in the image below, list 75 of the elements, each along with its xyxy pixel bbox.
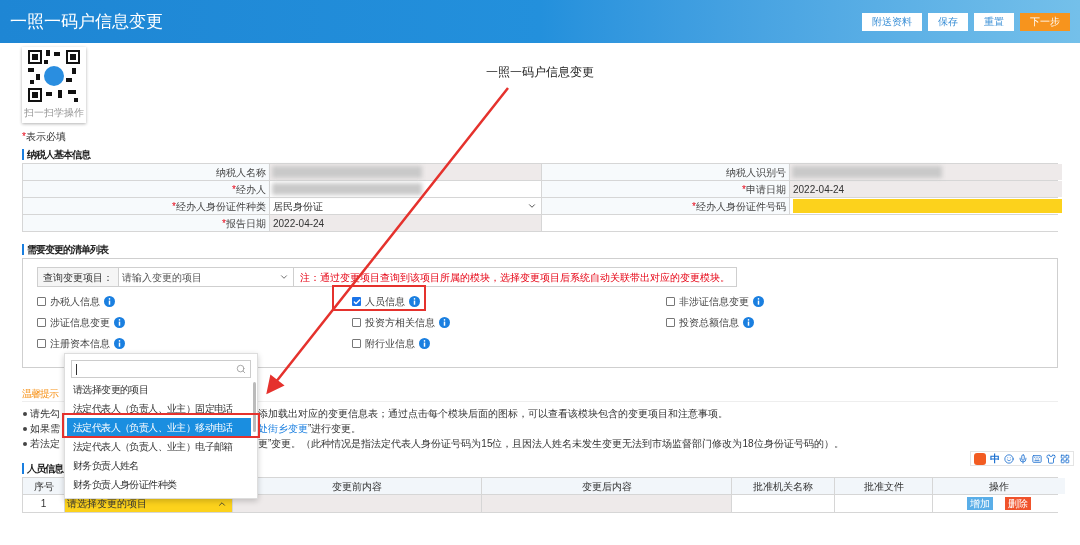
header-button[interactable]: 保存 — [928, 12, 968, 31]
checkbox[interactable] — [352, 297, 361, 306]
checkbox-label: 投资方相关信息 — [365, 316, 435, 330]
app-title: 一照一码户信息变更 — [10, 10, 163, 33]
field-label: 纳税人名称 — [23, 164, 269, 180]
field-label: *经办人身份证件种类 — [23, 198, 269, 214]
column-header: 批准文件 — [835, 478, 932, 494]
column-header: 操作 — [933, 478, 1065, 494]
field-value: 2022-04-24 — [793, 182, 845, 197]
column-header: 变更后内容 — [482, 478, 731, 494]
header-button[interactable]: 重置 — [974, 12, 1014, 31]
keyboard-icon[interactable] — [1032, 453, 1042, 464]
search-icon — [236, 364, 246, 374]
smile-icon[interactable] — [1004, 453, 1014, 464]
chevron-icon — [527, 201, 537, 211]
query-label: 查询变更项目： — [38, 268, 119, 286]
tip-text: 若法定 — [30, 437, 60, 451]
qr-code-drawing — [28, 50, 80, 102]
field-label: *报告日期 — [23, 215, 269, 231]
ime-mode[interactable]: 中 — [990, 451, 1000, 466]
ime-logo-icon[interactable] — [974, 452, 986, 465]
query-select[interactable]: 请输入变更的项目 — [119, 268, 294, 286]
info-icon[interactable] — [409, 296, 420, 307]
info-icon[interactable] — [114, 338, 125, 349]
info-icon[interactable] — [114, 317, 125, 328]
dropdown-option[interactable]: 财务负责人姓名 — [65, 456, 251, 475]
header-button[interactable]: 附送资料 — [862, 12, 922, 31]
field-label: 纳税人识别号 — [542, 164, 789, 180]
checkbox-label: 投资总额信息 — [679, 316, 739, 330]
field-label: *经办人 — [23, 181, 269, 197]
scrollbar-thumb[interactable] — [253, 382, 256, 432]
checkbox[interactable] — [352, 339, 361, 348]
info-icon[interactable] — [743, 317, 754, 328]
checkbox[interactable] — [37, 318, 46, 327]
info-icon[interactable] — [419, 338, 430, 349]
checkbox-label: 非涉证信息变更 — [679, 295, 749, 309]
checkbox[interactable] — [352, 318, 361, 327]
tip-text: ”进行变更。 — [308, 422, 362, 436]
tip-text: 请先勾 — [30, 407, 60, 421]
checkbox-label: 附行业信息 — [365, 337, 415, 351]
dropdown-option[interactable]: 请选择变更的项目 — [65, 380, 251, 399]
info-icon[interactable] — [439, 317, 450, 328]
section-title: 需要变更的清单列表 — [22, 243, 108, 255]
checkbox[interactable] — [37, 339, 46, 348]
shirt-icon[interactable] — [1046, 453, 1056, 464]
checkbox-label: 注册资本信息 — [50, 337, 110, 351]
checkbox-label: 人员信息 — [365, 295, 405, 309]
tips-title: 温馨提示 — [22, 387, 58, 401]
column-header: 序号 — [23, 478, 64, 494]
checkbox[interactable] — [37, 297, 46, 306]
field-value: 2022-04-24 — [273, 216, 325, 231]
grid-icon[interactable] — [1060, 453, 1070, 464]
field-label: *经办人身份证件号码 — [542, 198, 789, 214]
dropdown-option[interactable]: 法定代表人（负责人、业主）电子邮箱 — [65, 437, 251, 456]
page-title: 一照一码户信息变更 — [486, 64, 595, 81]
row-action-button[interactable]: 删除 — [1005, 497, 1031, 510]
select-field[interactable]: 居民身份证 — [270, 198, 541, 214]
dropdown-option[interactable]: 法定代表人（负责人、业主）固定电话 — [65, 399, 251, 418]
mic-icon[interactable] — [1018, 453, 1028, 464]
chevron-icon — [279, 272, 289, 282]
section-title: 纳税人基本信息 — [22, 148, 90, 160]
column-header: 批准机关名称 — [732, 478, 834, 494]
checkbox-label: 涉证信息变更 — [50, 316, 110, 330]
info-icon[interactable] — [104, 296, 115, 307]
required-note: *表示必填 — [22, 129, 66, 144]
table-cell: 1 — [23, 495, 64, 512]
tip-text: 如果需 — [30, 422, 60, 436]
text-cursor — [76, 363, 77, 375]
info-icon[interactable] — [753, 296, 764, 307]
search-field[interactable] — [71, 360, 251, 378]
tip-text: 更”变更。（此种情况是指法定代表人身份证号码为15位，且因法人姓名未发生变更无法到市场监督部门修改为18位身份证号码的）。 — [258, 437, 844, 451]
checkbox-label: 办税人信息 — [50, 295, 100, 309]
field-label: *申请日期 — [542, 181, 789, 197]
checkbox[interactable] — [666, 318, 675, 327]
checkbox[interactable] — [666, 297, 675, 306]
